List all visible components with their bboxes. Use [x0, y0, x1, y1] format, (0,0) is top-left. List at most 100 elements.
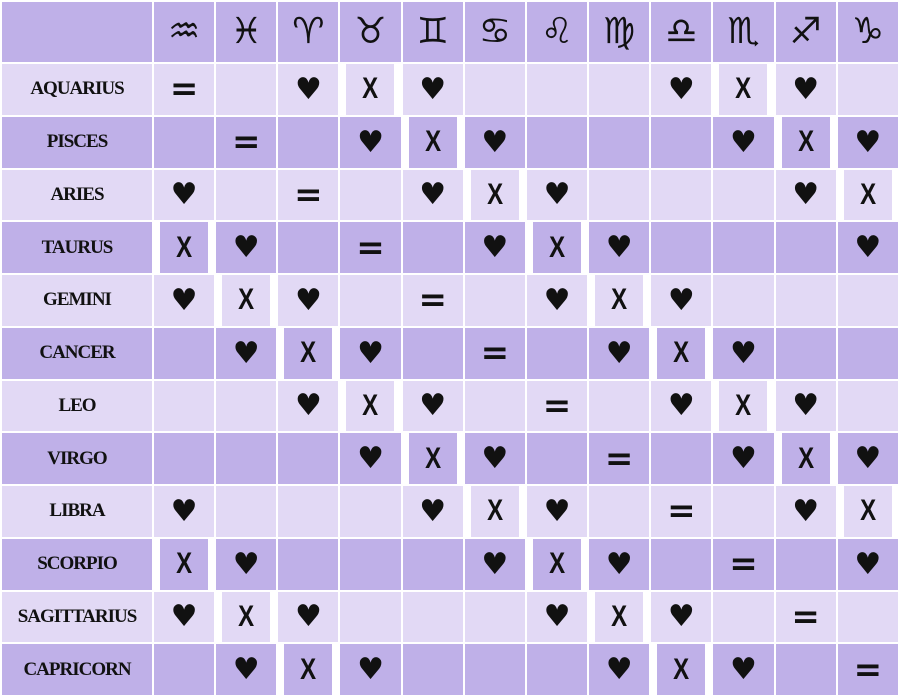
heart-icon: ♥ — [835, 114, 900, 170]
empty-cell — [587, 62, 652, 117]
table-row: Capricorn ♥ X ♥ ♥ X ♥ = — [0, 642, 900, 697]
empty-cell — [711, 273, 776, 328]
empty-cell — [835, 378, 900, 434]
table-row: Virgo ♥ X ♥ = ♥ X ♥ — [0, 431, 900, 486]
zodiac-sagittarius-icon: ♐︎ — [773, 0, 838, 64]
x-mark-icon: X — [220, 273, 272, 328]
empty-cell — [649, 431, 714, 486]
equals-icon: = — [338, 220, 403, 275]
table-row: Aries ♥ = ♥ X ♥ ♥ X — [0, 167, 899, 223]
table-row: Gemini ♥ X ♥ = ♥ X ♥ — [0, 273, 900, 328]
x-mark-icon: X — [469, 484, 521, 539]
empty-cell — [400, 325, 465, 381]
heart-icon: ♥ — [214, 220, 279, 275]
table-row: Aquarius = ♥ X ♥ ♥ X ♥ — [0, 62, 900, 117]
x-mark-icon: X — [655, 325, 707, 381]
row-label: Leo — [0, 378, 154, 434]
x-mark-icon: X — [842, 167, 894, 223]
empty-cell — [835, 62, 900, 117]
header-row: ♒︎ ♓︎ ♈︎ ♉︎ ♊︎ ♋︎ ♌︎ ♍︎ ♎︎ ♏︎ ♐︎ ♑︎ — [0, 0, 900, 64]
table-row: Libra ♥ ♥ X ♥ = ♥ X — [0, 484, 899, 539]
zodiac-libra-icon: ♎︎ — [649, 0, 714, 64]
empty-cell — [524, 642, 590, 697]
heart-icon: ♥ — [649, 589, 714, 645]
equals-icon: = — [773, 589, 838, 645]
empty-cell — [711, 167, 776, 223]
zodiac-cancer-icon: ♋︎ — [462, 0, 527, 64]
heart-icon: ♥ — [649, 378, 714, 434]
empty-cell — [649, 114, 714, 170]
heart-icon: ♥ — [587, 642, 652, 697]
heart-icon: ♥ — [711, 325, 776, 381]
x-mark-icon: X — [407, 431, 459, 486]
empty-cell — [151, 378, 217, 434]
empty-cell — [214, 167, 279, 223]
empty-cell — [276, 114, 341, 170]
empty-cell — [524, 431, 590, 486]
heart-icon: ♥ — [151, 589, 217, 645]
heart-icon: ♥ — [338, 325, 403, 381]
heart-icon: ♥ — [338, 431, 403, 486]
x-mark-icon: X — [593, 589, 645, 645]
x-mark-icon: X — [779, 114, 832, 170]
empty-cell — [338, 589, 403, 645]
zodiac-virgo-icon: ♍︎ — [587, 0, 652, 64]
x-mark-icon: X — [220, 589, 272, 645]
heart-icon: ♥ — [151, 484, 217, 539]
empty-cell — [151, 114, 217, 170]
empty-cell — [524, 114, 590, 170]
heart-icon: ♥ — [649, 273, 714, 328]
heart-icon: ♥ — [773, 378, 838, 434]
heart-icon: ♥ — [214, 325, 279, 381]
empty-cell — [587, 378, 652, 434]
empty-cell — [338, 484, 403, 539]
heart-icon: ♥ — [835, 536, 900, 592]
table-row: Pisces = ♥ X ♥ ♥ X ♥ — [0, 114, 900, 170]
heart-icon: ♥ — [462, 220, 527, 275]
heart-icon: ♥ — [214, 536, 279, 592]
empty-cell — [462, 273, 527, 328]
x-mark-icon: X — [531, 536, 583, 592]
x-mark-icon: X — [158, 536, 210, 592]
empty-cell — [462, 378, 527, 434]
x-mark-icon: X — [407, 114, 459, 170]
x-mark-icon: X — [344, 378, 397, 434]
x-mark-icon: X — [593, 273, 645, 328]
empty-cell — [276, 484, 341, 539]
row-label: Gemini — [0, 273, 154, 328]
x-mark-icon: X — [344, 62, 397, 117]
corner-cell — [0, 0, 154, 64]
x-mark-icon: X — [531, 220, 583, 275]
equals-icon: = — [400, 273, 465, 328]
empty-cell — [151, 431, 217, 486]
row-label: Virgo — [0, 431, 154, 486]
equals-icon: = — [649, 484, 714, 539]
empty-cell — [400, 220, 465, 275]
heart-icon: ♥ — [649, 62, 714, 117]
empty-cell — [711, 220, 776, 275]
heart-icon: ♥ — [773, 62, 838, 117]
table-row: Taurus X ♥ = ♥ X ♥ ♥ — [0, 220, 900, 275]
heart-icon: ♥ — [835, 220, 900, 275]
heart-icon: ♥ — [835, 431, 900, 486]
zodiac-compatibility-table: ♒︎ ♓︎ ♈︎ ♉︎ ♊︎ ♋︎ ♌︎ ♍︎ ♎︎ ♏︎ ♐︎ ♑︎ Aquarius = ♥ X ♥ ♥ X ♥… — [0, 0, 900, 697]
equals-icon: = — [835, 642, 900, 697]
heart-icon: ♥ — [338, 114, 403, 170]
zodiac-taurus-icon: ♉︎ — [338, 0, 403, 64]
heart-icon: ♥ — [711, 431, 776, 486]
heart-icon: ♥ — [276, 589, 341, 645]
empty-cell — [276, 431, 341, 486]
zodiac-aquarius-icon: ♒︎ — [151, 0, 217, 64]
x-mark-icon: X — [717, 62, 770, 117]
row-label: Cancer — [0, 325, 154, 381]
equals-icon: = — [276, 167, 341, 223]
heart-icon: ♥ — [524, 167, 590, 223]
empty-cell — [773, 220, 838, 275]
x-mark-icon: X — [282, 642, 335, 697]
row-label: Scorpio — [0, 536, 154, 592]
heart-icon: ♥ — [151, 273, 217, 328]
heart-icon: ♥ — [400, 378, 465, 434]
row-label: Libra — [0, 484, 154, 539]
empty-cell — [151, 642, 217, 697]
heart-icon: ♥ — [276, 62, 341, 117]
